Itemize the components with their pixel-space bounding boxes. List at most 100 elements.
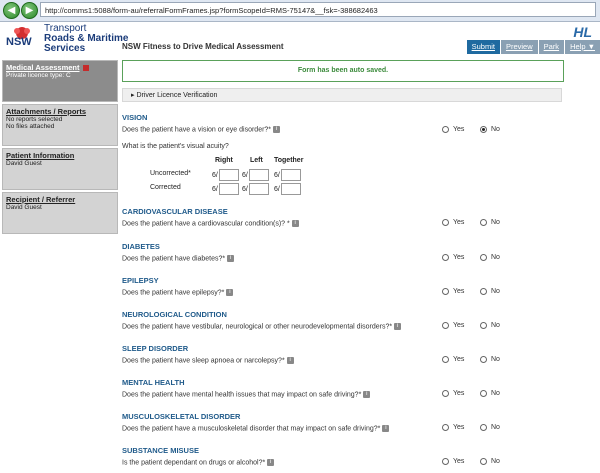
- vision-no-radio[interactable]: No: [480, 126, 500, 133]
- info-icon[interactable]: i: [267, 459, 275, 466]
- radio-label: No: [491, 458, 500, 465]
- radio-label: No: [491, 126, 500, 133]
- radio-label: No: [491, 254, 500, 261]
- radio-circle: [442, 322, 449, 329]
- uncorrected-right-field[interactable]: 6/: [212, 169, 239, 181]
- section-2-yes-radio[interactable]: Yes: [442, 288, 464, 295]
- section-2-no-radio[interactable]: No: [480, 288, 500, 295]
- section-7-yes-radio[interactable]: Yes: [442, 458, 464, 465]
- info-icon[interactable]: i: [227, 255, 235, 262]
- section-0-yes-radio[interactable]: Yes: [442, 219, 464, 226]
- acuity-input[interactable]: [248, 183, 269, 195]
- corrected-left-field[interactable]: 6/: [242, 183, 269, 195]
- col-right: Right: [215, 157, 233, 164]
- radio-circle: [442, 390, 449, 397]
- section-5-yes-radio[interactable]: Yes: [442, 390, 464, 397]
- section-6-question: Does the patient have a musculoskeletal …: [122, 425, 390, 432]
- radio-label: Yes: [453, 126, 465, 133]
- vision-question: Does the patient have a vision or eye di…: [122, 126, 281, 134]
- acuity-input[interactable]: [248, 169, 269, 181]
- question-text: Does the patient have sleep apnoea or na…: [122, 357, 285, 365]
- acuity-input[interactable]: [218, 183, 239, 195]
- question-text: Does the patient have vestibular, neurol…: [122, 323, 393, 331]
- help-button[interactable]: Help ▼: [565, 40, 600, 54]
- radio-circle: [442, 126, 449, 133]
- dlv-label: Driver Licence Verification: [136, 92, 218, 99]
- browser-toolbar: ◀ ▶ http://comms1:5088/form-au/referralF…: [0, 0, 600, 22]
- sidebar-item-sub: No files attached: [6, 123, 55, 130]
- section-6-yes-radio[interactable]: Yes: [442, 424, 464, 431]
- section-6-no-radio[interactable]: No: [480, 424, 500, 431]
- info-icon[interactable]: i: [394, 323, 402, 330]
- sidebar-item-recipient-referrer[interactable]: Recipient / Referrer David Guest: [2, 192, 118, 234]
- sidebar-item-patient-information[interactable]: Patient Information David Guest: [2, 148, 118, 190]
- info-icon[interactable]: i: [273, 126, 281, 133]
- radio-label: Yes: [453, 288, 465, 295]
- sidebar-item-label: Patient Information: [6, 151, 75, 160]
- vision-yes-radio[interactable]: Yes: [442, 126, 464, 133]
- section-2-question: Does the patient have epilepsy?* i: [122, 289, 234, 296]
- radio-circle: [442, 219, 449, 226]
- radio-circle: [480, 219, 487, 226]
- section-1-no-radio[interactable]: No: [480, 254, 500, 261]
- info-icon[interactable]: i: [226, 289, 234, 296]
- action-toolbar: Submit Preview Park Help ▼: [466, 40, 600, 54]
- prefix: 6/: [242, 171, 248, 179]
- sidebar-item-sub: David Guest: [6, 160, 42, 167]
- radio-label: No: [491, 288, 500, 295]
- sidebar-item-attachments[interactable]: Attachments / Reports No reports selecte…: [2, 104, 118, 146]
- sidebar-item-label: Recipient / Referrer: [6, 195, 76, 204]
- radio-label: Yes: [453, 424, 465, 431]
- hl-logo: HL: [573, 24, 592, 40]
- prefix: 6/: [242, 185, 248, 193]
- corrected-right-field[interactable]: 6/: [212, 183, 239, 195]
- app-header: NSW Transport Roads & Maritime Services …: [0, 22, 600, 58]
- acuity-input[interactable]: [280, 183, 301, 195]
- section-0-no-radio[interactable]: No: [480, 219, 500, 226]
- radio-label: Yes: [453, 390, 465, 397]
- sidebar-item-label: Attachments / Reports: [6, 107, 87, 116]
- info-icon[interactable]: i: [291, 220, 299, 227]
- park-button[interactable]: Park: [538, 40, 565, 54]
- info-icon[interactable]: i: [382, 425, 390, 432]
- info-icon[interactable]: i: [363, 391, 371, 398]
- info-icon[interactable]: i: [286, 357, 294, 364]
- section-1-heading: DIABETES: [122, 242, 160, 251]
- prefix: 6/: [274, 185, 280, 193]
- radio-circle: [480, 322, 487, 329]
- submit-button[interactable]: Submit: [466, 40, 500, 54]
- prefix: 6/: [274, 171, 280, 179]
- forward-icon[interactable]: ▶: [21, 2, 38, 19]
- corrected-together-field[interactable]: 6/: [274, 183, 301, 195]
- radio-circle: [480, 458, 487, 465]
- section-4-yes-radio[interactable]: Yes: [442, 356, 464, 363]
- preview-button[interactable]: Preview: [500, 40, 538, 54]
- driver-licence-verification-toggle[interactable]: ▸ Driver Licence Verification: [122, 88, 562, 102]
- section-3-no-radio[interactable]: No: [480, 322, 500, 329]
- acuity-input[interactable]: [218, 169, 239, 181]
- back-icon[interactable]: ◀: [3, 2, 20, 19]
- question-text: Is the patient dependant on drugs or alc…: [122, 459, 266, 467]
- section-3-yes-radio[interactable]: Yes: [442, 322, 464, 329]
- acuity-input[interactable]: [280, 169, 301, 181]
- section-5-no-radio[interactable]: No: [480, 390, 500, 397]
- section-1-yes-radio[interactable]: Yes: [442, 254, 464, 261]
- section-4-no-radio[interactable]: No: [480, 356, 500, 363]
- section-0-question: Does the patient have a cardiovascular c…: [122, 220, 299, 227]
- brand-line3: Services: [44, 43, 86, 54]
- uncorrected-left-field[interactable]: 6/: [242, 169, 269, 181]
- section-3-question: Does the patient have vestibular, neurol…: [122, 323, 402, 331]
- nsw-logo-text: NSW: [6, 36, 32, 48]
- vision-heading: VISION: [122, 113, 148, 122]
- address-bar[interactable]: http://comms1:5088/form-au/referralFormF…: [40, 2, 596, 17]
- autosave-message: Form has been auto saved.: [122, 60, 564, 82]
- section-0-heading: CARDIOVASCULAR DISEASE: [122, 207, 228, 216]
- question-text: Does the patient have a vision or eye di…: [122, 126, 272, 134]
- section-7-heading: SUBSTANCE MISUSE: [122, 446, 199, 455]
- radio-label: No: [491, 322, 500, 329]
- sidebar-item-medical-assessment[interactable]: Medical Assessment Private licence type:…: [2, 60, 118, 102]
- section-7-no-radio[interactable]: No: [480, 458, 500, 465]
- section-2-heading: EPILEPSY: [122, 276, 159, 285]
- uncorrected-together-field[interactable]: 6/: [274, 169, 301, 181]
- section-7-question: Is the patient dependant on drugs or alc…: [122, 459, 275, 467]
